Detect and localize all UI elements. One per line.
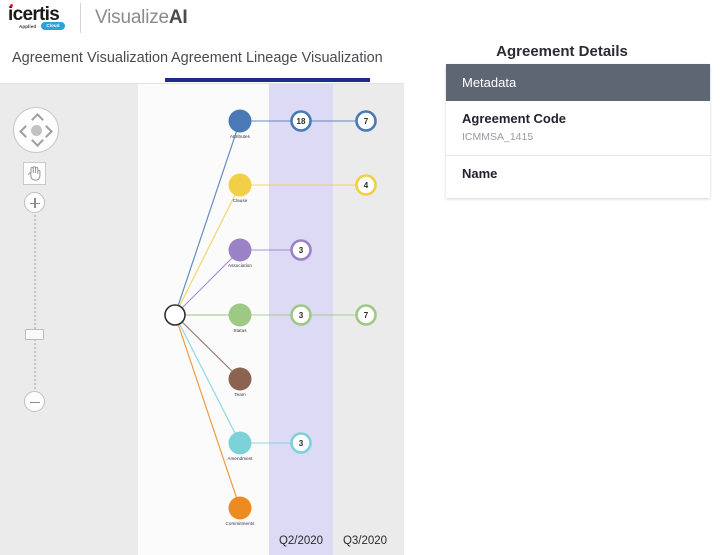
lineage-graph-svg: 18 7 4 3 3 7 3 — [0, 84, 404, 555]
graph-node[interactable] — [229, 174, 252, 197]
active-tab-indicator — [165, 78, 370, 82]
metadata-row-label: Name — [462, 166, 694, 181]
plus-icon-v — [34, 198, 36, 208]
timeline-label-q2: Q2/2020 — [269, 535, 333, 547]
graph-node-badge-count: 18 — [297, 117, 306, 126]
graph-node[interactable] — [229, 110, 252, 133]
metadata-row: Name — [446, 156, 710, 198]
metadata-row-value: ICMMSA_1415 — [462, 131, 694, 143]
zoom-slider-thumb[interactable] — [25, 329, 44, 340]
icertis-logo: icertis Applied Cloud — [8, 3, 70, 33]
minus-icon — [30, 402, 40, 404]
timeline-label-q3: Q3/2020 — [333, 535, 397, 547]
logo-cloud-badge: Cloud — [41, 22, 65, 30]
graph-node[interactable] — [229, 368, 252, 391]
logo-dot-icon — [10, 4, 13, 7]
graph-edge — [175, 250, 240, 315]
graph-root-node[interactable] — [165, 305, 185, 325]
graph-node-label: Team — [234, 392, 245, 397]
graph-node[interactable] — [229, 304, 252, 327]
graph-node-label: Commitments — [226, 521, 255, 526]
zoom-slider[interactable] — [24, 192, 46, 412]
graph-node-badge-count: 3 — [299, 439, 304, 448]
metadata-row: Agreement Code ICMMSA_1415 — [446, 101, 710, 156]
pan-up-icon[interactable] — [31, 113, 44, 126]
pan-right-icon[interactable] — [40, 125, 53, 138]
zoom-out-button[interactable] — [24, 391, 45, 412]
hand-tool-button[interactable] — [23, 162, 46, 185]
page-title: Agreement Details — [404, 43, 720, 60]
graph-edge — [175, 121, 240, 315]
graph-edge — [175, 315, 240, 508]
metadata-row-label: Agreement Code — [462, 111, 694, 126]
product-name-prefix: Visualize — [95, 7, 169, 28]
tab-agreement-lineage-visualization[interactable]: Agreement Lineage Visualization — [171, 50, 383, 66]
product-name-suffix: AI — [169, 7, 188, 28]
tab-agreement-visualization[interactable]: Agreement Visualization — [12, 50, 168, 66]
graph-node-label: Association — [228, 263, 252, 268]
graph-node-badge-count: 7 — [364, 311, 369, 320]
graph-node-badge-count: 7 — [364, 117, 369, 126]
pan-control[interactable] — [13, 107, 59, 153]
graph-edges — [175, 121, 366, 508]
header-divider — [80, 3, 81, 33]
tab-bar: Agreement Visualization Agreement Lineag… — [0, 36, 404, 84]
metadata-rows: Agreement Code ICMMSA_1415 Name — [446, 101, 710, 198]
graph-edge — [175, 315, 240, 379]
app-header: icertis Applied Cloud VisualizeAI — [0, 0, 720, 36]
pan-down-icon[interactable] — [31, 134, 44, 147]
graph-node-badge-count: 3 — [299, 311, 304, 320]
graph-node-badge-count: 3 — [299, 246, 304, 255]
graph-node-label: Status — [233, 328, 246, 333]
product-name: VisualizeAI — [95, 7, 188, 29]
metadata-card-header: Metadata — [446, 64, 710, 101]
pan-left-icon[interactable] — [19, 125, 32, 138]
app-root: icertis Applied Cloud VisualizeAI Agreem… — [0, 0, 720, 555]
lineage-graph-panel[interactable]: 18 7 4 3 3 7 3 Attributes Clause Association Stat… — [0, 84, 404, 555]
graph-node[interactable] — [229, 432, 252, 455]
zoom-in-button[interactable] — [24, 192, 45, 213]
graph-node-label: Attributes — [230, 134, 250, 139]
metadata-card: Metadata Agreement Code ICMMSA_1415 Name — [446, 64, 710, 198]
agreement-details-panel: Agreement Details Metadata Agreement Cod… — [404, 36, 720, 555]
graph-node[interactable] — [229, 497, 252, 520]
zoom-slider-track[interactable] — [34, 215, 38, 389]
graph-node-label: Amendment — [227, 456, 252, 461]
hand-icon — [24, 163, 45, 184]
graph-node-badge-count: 4 — [364, 181, 369, 190]
graph-node-label: Clause — [233, 198, 248, 203]
logo-tagline: Applied — [19, 24, 36, 29]
pan-center-icon[interactable] — [31, 125, 42, 136]
graph-node[interactable] — [229, 239, 252, 262]
